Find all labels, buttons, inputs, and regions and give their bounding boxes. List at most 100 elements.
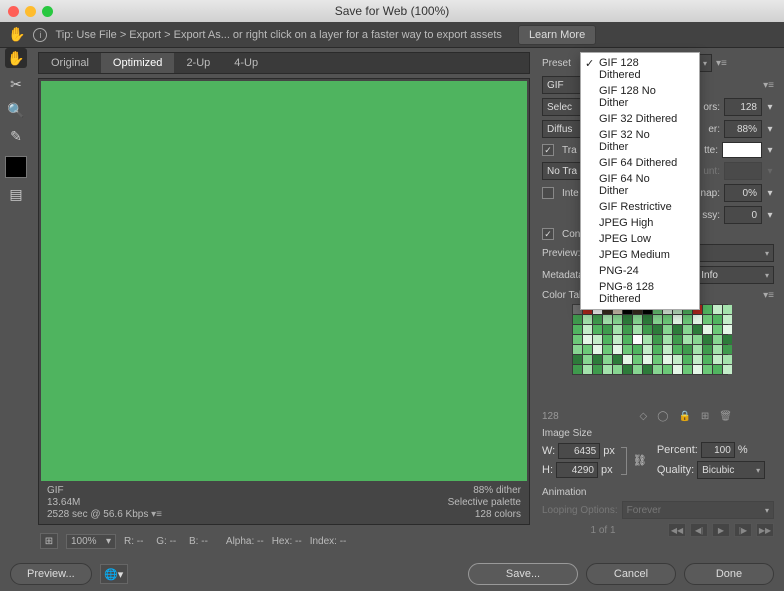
delete-color-icon[interactable]: 🗑 <box>719 411 732 422</box>
color-swatch[interactable] <box>593 345 602 354</box>
color-swatch[interactable] <box>723 305 732 314</box>
color-swatch[interactable] <box>603 365 612 374</box>
preset-option[interactable]: JPEG Low <box>581 231 699 247</box>
color-swatch[interactable] <box>663 345 672 354</box>
color-swatch[interactable] <box>613 345 622 354</box>
color-swatch[interactable] <box>583 345 592 354</box>
color-swatch[interactable] <box>613 365 622 374</box>
color-swatch[interactable] <box>723 365 732 374</box>
color-swatch[interactable] <box>593 315 602 324</box>
color-swatch[interactable] <box>623 325 632 334</box>
tab-optimized[interactable]: Optimized <box>101 53 175 73</box>
color-swatch[interactable] <box>673 365 682 374</box>
color-swatch[interactable] <box>643 345 652 354</box>
color-swatch[interactable] <box>723 325 732 334</box>
convert-srgb-checkbox[interactable] <box>542 228 554 240</box>
color-swatch[interactable] <box>683 365 692 374</box>
color-swatch[interactable] <box>653 325 662 334</box>
preset-option[interactable]: GIF 32 Dithered <box>581 111 699 127</box>
color-swatch[interactable] <box>573 345 582 354</box>
color-swatch[interactable] <box>573 355 582 364</box>
color-swatch[interactable] <box>633 365 642 374</box>
color-swatch[interactable] <box>633 315 642 324</box>
color-swatch[interactable] <box>693 365 702 374</box>
color-swatch[interactable] <box>703 345 712 354</box>
color-swatch[interactable] <box>583 355 592 364</box>
color-swatch[interactable] <box>603 335 612 344</box>
color-swatch[interactable] <box>653 335 662 344</box>
interlaced-checkbox[interactable] <box>542 187 554 199</box>
preview-area[interactable]: GIF 13.64M 2528 sec @ 56.6 Kbps ▾≡ 88% d… <box>38 78 530 525</box>
color-swatch[interactable] <box>623 315 632 324</box>
eyedropper-tool[interactable]: ✎ <box>5 126 27 146</box>
color-swatch[interactable] <box>713 365 722 374</box>
color-swatch[interactable] <box>673 355 682 364</box>
shift-websafe-icon[interactable]: ◯ <box>657 411 668 422</box>
color-swatch[interactable] <box>653 345 662 354</box>
transparency-checkbox[interactable] <box>542 144 554 156</box>
preset-option[interactable]: GIF Restrictive <box>581 199 699 215</box>
preset-option[interactable]: GIF 64 Dithered <box>581 155 699 171</box>
color-swatch[interactable] <box>683 315 692 324</box>
color-swatch[interactable] <box>583 315 592 324</box>
constrain-link-icon[interactable] <box>621 447 627 475</box>
new-color-icon[interactable]: ⊞ <box>701 411 709 422</box>
color-swatch[interactable] <box>593 365 602 374</box>
color-swatch[interactable] <box>713 335 722 344</box>
color-swatch[interactable] <box>623 335 632 344</box>
percent-field[interactable] <box>701 442 735 458</box>
save-button[interactable]: Save... <box>468 563 578 585</box>
learn-more-button[interactable]: Learn More <box>518 25 596 45</box>
last-frame-button[interactable]: ▶▶ <box>756 523 774 537</box>
color-swatch[interactable] <box>663 365 672 374</box>
width-field[interactable] <box>558 443 600 459</box>
color-swatch[interactable] <box>613 335 622 344</box>
color-swatch[interactable] <box>683 325 692 334</box>
color-swatch[interactable] <box>683 355 692 364</box>
color-swatch[interactable] <box>643 315 652 324</box>
color-swatch[interactable] <box>663 355 672 364</box>
preset-menu[interactable]: GIF 128 DitheredGIF 128 No DitherGIF 32 … <box>580 52 700 310</box>
color-swatch[interactable] <box>643 365 652 374</box>
color-swatch[interactable] <box>663 315 672 324</box>
color-swatch[interactable] <box>593 335 602 344</box>
color-swatch[interactable] <box>703 335 712 344</box>
color-swatch[interactable] <box>693 315 702 324</box>
color-swatch[interactable] <box>613 325 622 334</box>
color-swatch[interactable] <box>723 335 732 344</box>
color-swatch[interactable] <box>673 335 682 344</box>
preset-option[interactable]: GIF 128 Dithered <box>581 55 699 83</box>
color-swatch[interactable] <box>603 325 612 334</box>
color-swatch[interactable] <box>703 355 712 364</box>
zoom-tool[interactable]: 🔍 <box>5 100 27 120</box>
tab-2up[interactable]: 2-Up <box>174 53 222 73</box>
color-swatch[interactable] <box>653 365 662 374</box>
browser-preview-button[interactable]: 🌐▾ <box>100 564 128 584</box>
toggle-slices-icon[interactable]: ▤ <box>5 184 27 204</box>
color-swatch[interactable] <box>693 325 702 334</box>
color-swatch[interactable] <box>603 345 612 354</box>
preset-option[interactable]: JPEG Medium <box>581 247 699 263</box>
height-field[interactable] <box>556 462 598 478</box>
color-swatch[interactable] <box>633 325 642 334</box>
color-swatch[interactable] <box>683 345 692 354</box>
play-button[interactable]: ▶ <box>712 523 730 537</box>
color-swatch[interactable] <box>673 315 682 324</box>
quality-dropdown[interactable]: Bicubic <box>697 461 765 479</box>
preset-option[interactable]: GIF 128 No Dither <box>581 83 699 111</box>
color-swatch[interactable] <box>653 315 662 324</box>
foreground-swatch[interactable] <box>5 156 27 178</box>
next-frame-button[interactable]: |▶ <box>734 523 752 537</box>
preset-option[interactable]: GIF 64 No Dither <box>581 171 699 199</box>
color-swatch[interactable] <box>603 355 612 364</box>
lock-color-icon[interactable]: 🔒 <box>678 411 690 422</box>
lossy-field[interactable]: 0 <box>724 206 762 224</box>
color-swatch[interactable] <box>683 335 692 344</box>
color-swatch[interactable] <box>713 345 722 354</box>
color-swatch[interactable] <box>623 345 632 354</box>
color-swatch[interactable] <box>703 365 712 374</box>
matte-swatch[interactable] <box>722 142 762 158</box>
color-swatch[interactable] <box>693 345 702 354</box>
color-swatch[interactable] <box>713 315 722 324</box>
colors-field[interactable]: 128 <box>724 98 762 116</box>
